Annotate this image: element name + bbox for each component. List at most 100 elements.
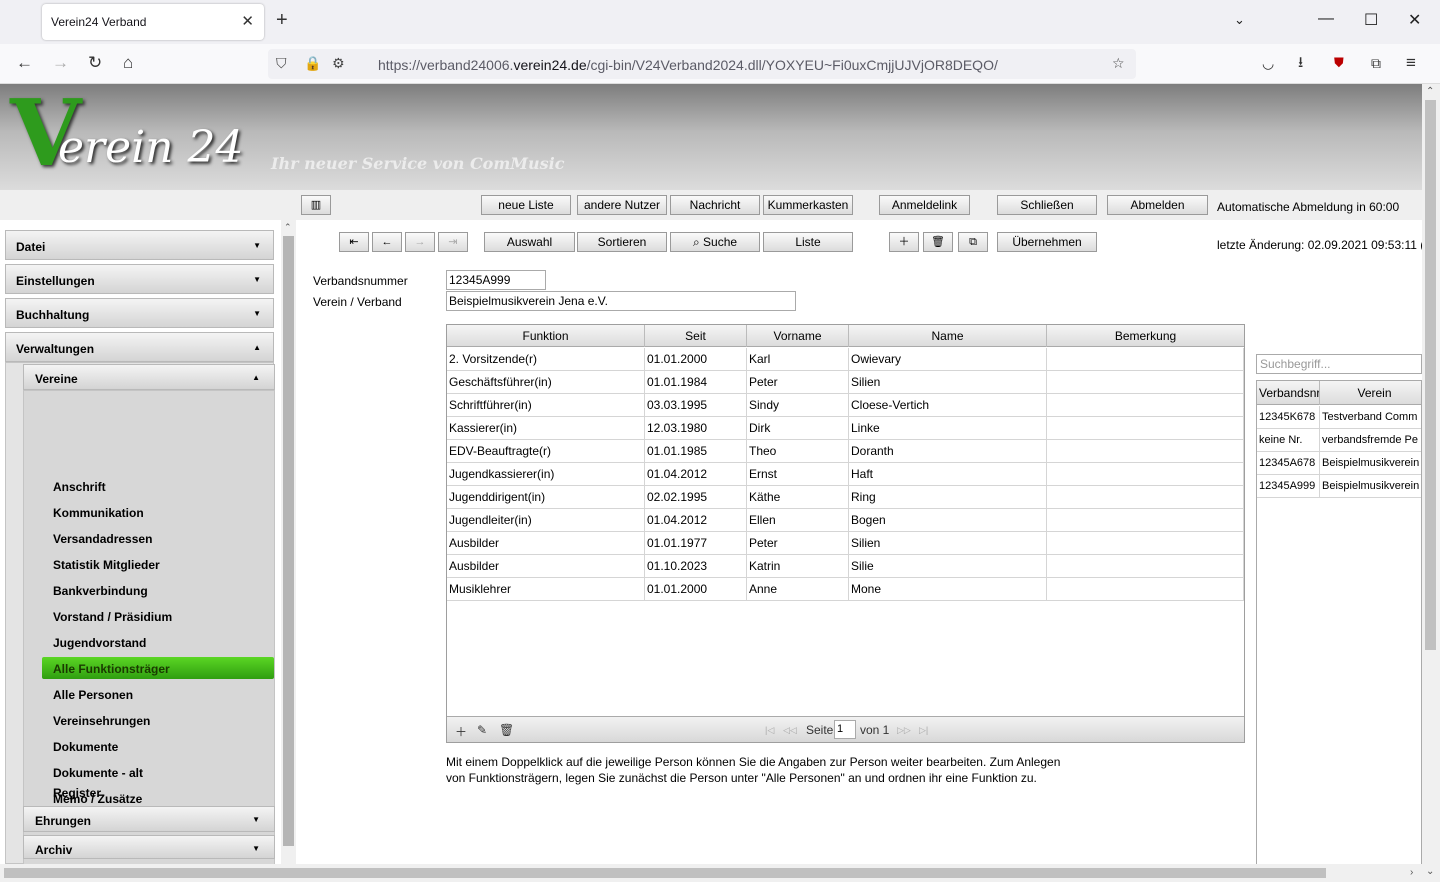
horizontal-scroll-thumb[interactable] — [4, 868, 1326, 878]
table-row[interactable]: Jugenddirigent(in) 02.02.1995 Käthe Ring — [447, 486, 1244, 509]
add-button[interactable]: ＋ — [889, 232, 919, 252]
sidebar-item-kommunikation[interactable]: Kommunikation — [53, 506, 144, 520]
col-verein[interactable]: Verein — [1320, 381, 1421, 405]
col-name[interactable]: Name — [849, 325, 1047, 347]
last-page-icon[interactable]: ▷| — [919, 725, 928, 736]
suche-button[interactable]: ⌕ Suche — [670, 232, 760, 252]
sidebar-item-anschrift[interactable]: Anschrift — [53, 480, 106, 494]
col-bemerkung[interactable]: Bemerkung — [1047, 325, 1244, 347]
sidebar-scroll-thumb[interactable] — [283, 236, 294, 846]
scroll-down-icon[interactable]: ⌄ — [1426, 866, 1434, 877]
next-page-icon[interactable]: ▷▷ — [897, 725, 911, 736]
edit-row-icon[interactable]: ✎ — [477, 723, 487, 737]
table-row[interactable]: EDV-Beauftragte(r) 01.01.1985 Theo Doranth — [447, 440, 1244, 463]
sidebar-item-versandadressen[interactable]: Versandadressen — [53, 532, 152, 546]
schliessen-button[interactable]: Schließen — [997, 195, 1097, 215]
first-page-icon[interactable]: |◁ — [765, 725, 774, 736]
sidebar-section-buchhaltung[interactable]: Buchhaltung ▼ — [5, 298, 274, 328]
vertical-scroll-thumb[interactable] — [1425, 100, 1436, 650]
sidebar-scroll-up-icon[interactable]: ⌃ — [284, 222, 292, 233]
list-item[interactable]: 12345A678 Beispielmusikverein — [1257, 452, 1421, 475]
col-vorname[interactable]: Vorname — [747, 325, 849, 347]
sidebar-item-liste[interactable]: Liste — [53, 844, 81, 858]
sidebar-item-bild[interactable]: Bild — [53, 818, 76, 832]
delete-row-icon[interactable]: 🗑 — [499, 723, 514, 737]
sidebar-item-alle-funktionstraeger[interactable]: Alle Funktionsträger — [53, 662, 170, 676]
sidebar-item-bankverbindung[interactable]: Bankverbindung — [53, 584, 148, 598]
sidebar-toggle-button[interactable]: ▥ — [301, 195, 331, 215]
table-row[interactable]: Schriftführer(in) 03.03.1995 Sindy Cloese-V… — [447, 394, 1244, 417]
permissions-icon[interactable]: ⚙ — [332, 55, 345, 72]
sidebar-item-dokumente-alt[interactable]: Dokumente - alt — [53, 766, 143, 780]
col-verbandsnr[interactable]: Verbandsnr — [1257, 381, 1320, 405]
window-close-icon[interactable]: ✕ — [1408, 10, 1421, 30]
shield-icon[interactable]: ⛉ — [276, 55, 287, 72]
neue-liste-button[interactable]: neue Liste — [481, 195, 571, 215]
anmeldelink-button[interactable]: Anmeldelink — [879, 195, 970, 215]
nachricht-button[interactable]: Nachricht — [670, 195, 760, 215]
bookmark-star-icon[interactable]: ☆ — [1112, 55, 1125, 72]
page-horizontal-scrollbar[interactable]: › — [0, 864, 1422, 882]
scroll-right-icon[interactable]: › — [1410, 867, 1413, 878]
sidebar-scrollbar[interactable]: ⌃ — [281, 220, 296, 864]
home-icon[interactable]: ⌂ — [123, 53, 133, 73]
sidebar-item-memo[interactable]: Memo / Zusätze — [53, 792, 142, 806]
next-record-button[interactable]: → — [405, 232, 435, 252]
list-item[interactable]: 12345K678 Testverband Comm — [1257, 406, 1421, 429]
sidebar-section-verwaltungen[interactable]: Verwaltungen ▲ — [5, 332, 274, 362]
maximize-icon[interactable]: ☐ — [1364, 10, 1378, 30]
sidebar-item-statistik[interactable]: Statistik Mitglieder — [53, 558, 160, 572]
search-input[interactable]: Suchbegriff... — [1256, 354, 1422, 374]
reload-icon[interactable]: ↻ — [88, 53, 102, 73]
last-record-button[interactable]: ⇥ — [438, 232, 468, 252]
add-row-icon[interactable]: ＋ — [455, 723, 467, 740]
sortieren-button[interactable]: Sortieren — [577, 232, 667, 252]
close-tab-icon[interactable]: ✕ — [241, 12, 254, 30]
table-row[interactable]: Kassierer(in) 12.03.1980 Dirk Linke — [447, 417, 1244, 440]
lock-icon[interactable]: 🔒 — [304, 55, 321, 72]
menu-icon[interactable]: ≡ — [1406, 53, 1416, 73]
prev-record-button[interactable]: ← — [372, 232, 402, 252]
verbandsnummer-field[interactable]: 12345A999 — [446, 270, 546, 290]
table-row[interactable]: Jugendleiter(in) 01.04.2012 Ellen Bogen — [447, 509, 1244, 532]
sidebar-section-datei[interactable]: Datei ▼ — [5, 230, 274, 260]
sidebar-item-alle-personen[interactable]: Alle Personen — [53, 688, 133, 702]
andere-nutzer-button[interactable]: andere Nutzer — [577, 195, 667, 215]
scroll-up-icon[interactable]: ⌃ — [1426, 86, 1434, 97]
liste-button[interactable]: Liste — [763, 232, 853, 252]
sidebar-item-jugendvorstand[interactable]: Jugendvorstand — [53, 636, 146, 650]
sidebar-sub-vereine[interactable]: Vereine ▲ — [23, 364, 275, 390]
auswahl-button[interactable]: Auswahl — [484, 232, 575, 252]
sidebar-item-vorstand[interactable]: Vorstand / Präsidium — [53, 610, 172, 624]
url-bar[interactable]: ⛉ 🔒 ⚙ https://verband24006.verein24.de/c… — [268, 49, 1136, 79]
sidebar-item-dokumente[interactable]: Dokumente — [53, 740, 118, 754]
extensions-icon[interactable]: ⧉ — [1371, 53, 1381, 73]
pocket-icon[interactable]: ◡ — [1262, 53, 1274, 73]
sidebar-item-vereinsehrungen[interactable]: Vereinsehrungen — [53, 714, 150, 728]
ublock-icon[interactable]: ⛊ — [1334, 53, 1344, 73]
verein-field[interactable]: Beispielmusikverein Jena e.V. — [446, 291, 796, 311]
abmelden-button[interactable]: Abmelden — [1107, 195, 1208, 215]
new-tab-icon[interactable]: + — [276, 10, 288, 30]
table-row[interactable]: Musiklehrer 01.01.2000 Anne Mone — [447, 578, 1244, 601]
first-record-button[interactable]: ⇤ — [339, 232, 369, 252]
table-row[interactable]: Ausbilder 01.01.1977 Peter Silien — [447, 532, 1244, 555]
download-icon[interactable]: ⭳ — [1298, 53, 1303, 73]
list-item[interactable]: 12345A999 Beispielmusikverein — [1257, 475, 1421, 498]
table-row[interactable]: Geschäftsführer(in) 01.01.1984 Peter Silien — [447, 371, 1244, 394]
kummerkasten-button[interactable]: Kummerkasten — [763, 195, 853, 215]
browser-tab[interactable]: Verein24 Verband ✕ — [42, 4, 264, 40]
col-funktion[interactable]: Funktion — [447, 325, 645, 347]
delete-button[interactable]: 🗑 — [923, 232, 953, 252]
prev-page-icon[interactable]: ◁◁ — [783, 725, 797, 736]
uebernehmen-button[interactable]: Übernehmen — [997, 232, 1097, 252]
back-icon[interactable]: ← — [16, 53, 33, 73]
forward-icon[interactable]: → — [52, 53, 69, 73]
minimize-icon[interactable]: — — [1318, 10, 1334, 28]
copy-button[interactable]: ⧉ — [958, 232, 988, 252]
col-seit[interactable]: Seit — [645, 325, 747, 347]
page-vertical-scrollbar[interactable]: ⌃ ⌄ — [1422, 84, 1440, 882]
table-row[interactable]: Ausbilder 01.10.2023 Katrin Silie — [447, 555, 1244, 578]
tab-list-icon[interactable]: ⌄ — [1234, 12, 1245, 28]
table-row[interactable]: 2. Vorsitzende(r) 01.01.2000 Karl Owievary — [447, 348, 1244, 371]
